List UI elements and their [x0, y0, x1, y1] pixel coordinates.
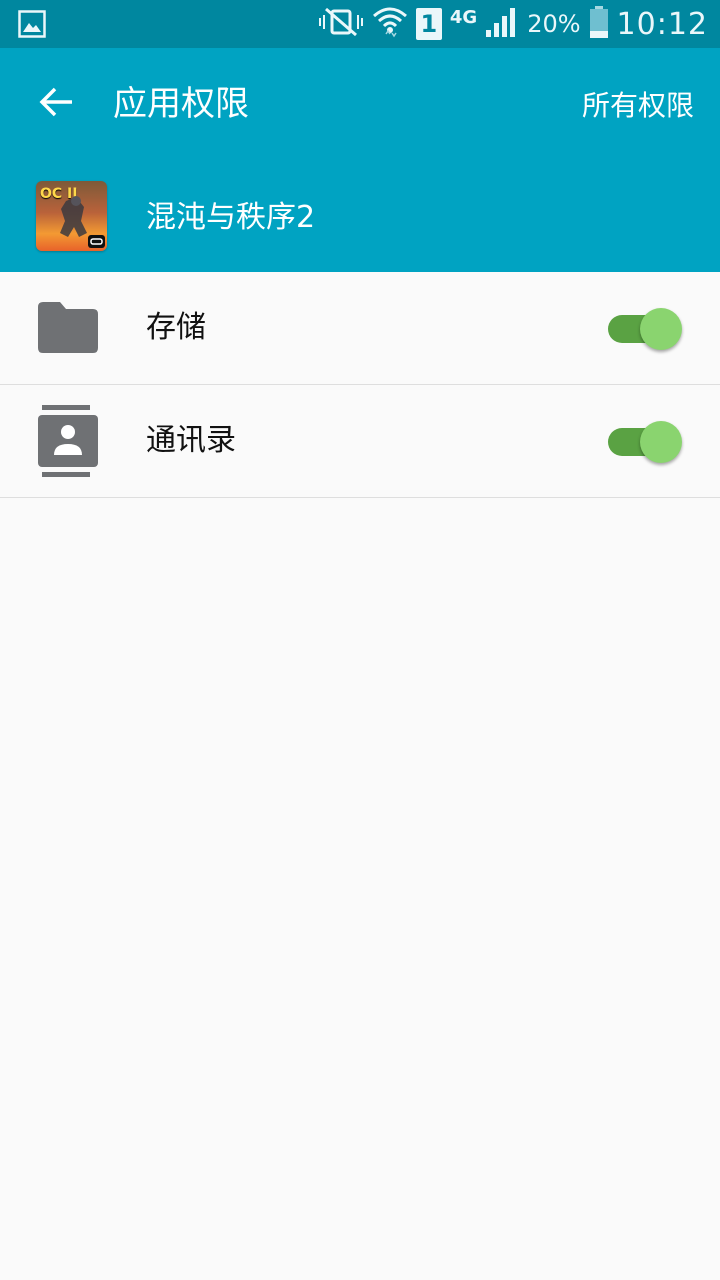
- folder-icon: [36, 298, 100, 358]
- permission-row-contacts[interactable]: 通讯录: [0, 385, 720, 498]
- sim-1-icon: 1: [415, 8, 442, 40]
- contacts-toggle[interactable]: [606, 419, 684, 465]
- signal-icon: [485, 6, 519, 42]
- permission-label: 通讯录: [146, 423, 236, 458]
- storage-toggle[interactable]: [606, 306, 684, 352]
- contacts-icon: [36, 405, 100, 479]
- back-button[interactable]: [30, 78, 82, 130]
- arrow-left-icon: [38, 86, 74, 122]
- toggle-thumb: [640, 421, 682, 463]
- status-icons: 1 4G 20% 10:12: [318, 0, 708, 48]
- permission-row-storage[interactable]: 存储: [0, 272, 720, 385]
- image-icon: [18, 10, 46, 38]
- permission-label: 存储: [146, 310, 206, 345]
- battery-icon: [589, 5, 609, 43]
- battery-percent: 20%: [527, 10, 581, 38]
- wifi-icon: [372, 4, 408, 44]
- all-permissions-button[interactable]: 所有权限: [582, 86, 694, 126]
- app-icon: OC II: [36, 181, 107, 251]
- permission-list: 存储 通讯录: [0, 272, 720, 498]
- vibrate-mute-icon: [318, 7, 364, 41]
- status-bar: 1 4G 20% 10:12: [0, 0, 720, 48]
- app-bar: 应用权限 所有权限 OC II 混沌与秩序2: [0, 48, 720, 272]
- clock: 10:12: [616, 6, 708, 42]
- page-title: 应用权限: [113, 84, 249, 124]
- network-type: 4G: [449, 6, 478, 28]
- app-name: 混沌与秩序2: [146, 200, 316, 235]
- toggle-thumb: [640, 308, 682, 350]
